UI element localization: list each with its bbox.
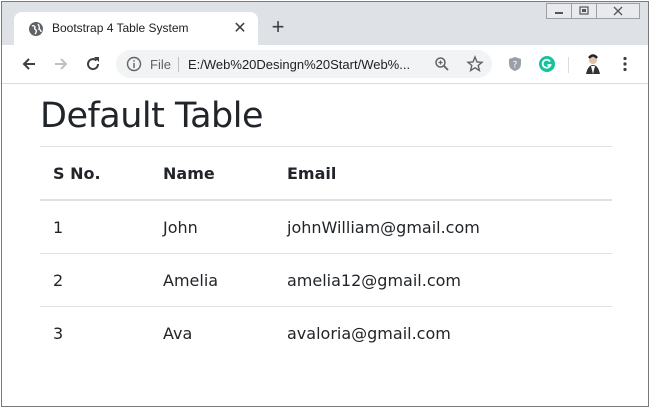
table-header-row: S No. Name Email xyxy=(40,146,612,201)
file-scheme-label: File xyxy=(150,57,171,72)
omnibox-divider xyxy=(178,57,179,72)
header-name: Name xyxy=(150,146,274,201)
cell-email: johnWilliam@gmail.com xyxy=(274,199,612,254)
tab-close-icon[interactable]: ✕ xyxy=(232,18,248,38)
profile-avatar-icon[interactable] xyxy=(582,52,604,76)
globe-icon xyxy=(29,22,43,36)
restore-icon xyxy=(579,6,589,15)
menu-kebab-icon[interactable] xyxy=(616,55,634,73)
close-window-icon xyxy=(613,6,623,16)
cell-name: Ava xyxy=(150,306,274,359)
minimize-button[interactable] xyxy=(546,3,572,19)
new-tab-button[interactable]: + xyxy=(268,16,288,38)
header-email: Email xyxy=(274,146,612,201)
minimize-icon xyxy=(555,12,563,14)
cell-name: Amelia xyxy=(150,253,274,307)
grammarly-extension-icon[interactable] xyxy=(538,55,556,73)
table-row: 2 Amelia amelia12@gmail.com xyxy=(40,253,612,307)
header-sno: S No. xyxy=(40,146,150,201)
cell-email: avaloria@gmail.com xyxy=(274,306,612,359)
toolbar-divider xyxy=(568,57,569,73)
page-title: Default Table xyxy=(40,96,264,136)
cell-email: amelia12@gmail.com xyxy=(274,253,612,307)
window-controls xyxy=(546,3,640,21)
cell-sno: 3 xyxy=(40,306,150,359)
url-text[interactable]: E:/Web%20Desingn%20Start/Web%... xyxy=(188,57,420,72)
browser-toolbar: File E:/Web%20Desingn%20Start/Web%... ? xyxy=(2,45,648,84)
back-arrow-icon[interactable] xyxy=(20,55,38,73)
default-table: S No. Name Email 1 John johnWilliam@gmai… xyxy=(40,146,612,359)
svg-text:?: ? xyxy=(513,61,518,71)
zoom-icon[interactable] xyxy=(434,56,450,72)
title-bar: Bootstrap 4 Table System ✕ + xyxy=(2,2,648,45)
forward-arrow-icon[interactable] xyxy=(52,55,70,73)
browser-tab[interactable]: Bootstrap 4 Table System ✕ xyxy=(14,12,258,45)
restore-button[interactable] xyxy=(571,3,597,19)
browser-window: Bootstrap 4 Table System ✕ + File E:/Web… xyxy=(1,1,649,407)
close-window-button[interactable] xyxy=(596,3,640,19)
cell-name: John xyxy=(150,199,274,254)
reload-icon[interactable] xyxy=(84,55,102,73)
bookmark-star-icon[interactable] xyxy=(466,55,484,73)
table-row: 1 John johnWilliam@gmail.com xyxy=(40,199,612,254)
info-icon[interactable] xyxy=(126,56,142,72)
page-content: Default Table S No. Name Email 1 John jo… xyxy=(2,84,648,406)
cell-sno: 1 xyxy=(40,199,150,254)
cell-sno: 2 xyxy=(40,253,150,307)
tab-title: Bootstrap 4 Table System xyxy=(52,21,189,35)
address-bar[interactable]: File E:/Web%20Desingn%20Start/Web%... xyxy=(116,50,492,78)
table-row: 3 Ava avaloria@gmail.com xyxy=(40,306,612,359)
shield-extension-icon[interactable]: ? xyxy=(506,55,524,73)
